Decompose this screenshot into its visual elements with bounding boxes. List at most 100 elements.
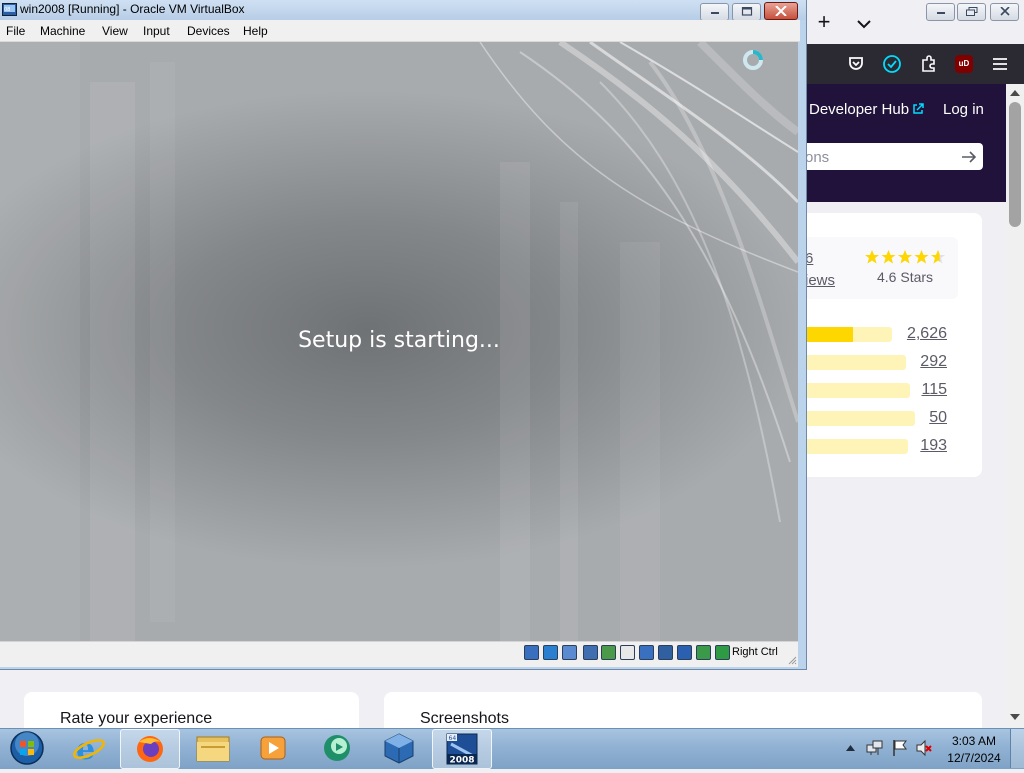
start-orb-icon	[10, 731, 44, 765]
restore-icon	[965, 7, 977, 16]
rating-count-link[interactable]: 2,626	[887, 325, 947, 343]
start-button[interactable]	[7, 729, 47, 767]
ff-minimize-button[interactable]	[926, 3, 955, 21]
hard-disk-icon[interactable]	[524, 645, 539, 660]
vm-badge-label: 2008	[449, 756, 474, 766]
shared-folders-icon[interactable]	[620, 645, 635, 660]
ublock-icon[interactable]: uD	[955, 55, 973, 73]
rating-count-link[interactable]: 50	[887, 409, 947, 427]
external-link-icon	[913, 103, 924, 114]
scroll-down-arrow-icon	[1010, 714, 1020, 720]
optical-drive-icon[interactable]	[543, 645, 558, 660]
media-player-icon	[260, 736, 286, 760]
reviews-link-fragment[interactable]: iews	[805, 272, 835, 289]
network-icon[interactable]	[866, 739, 884, 757]
audio-icon[interactable]	[562, 645, 577, 660]
screenshots-card: Screenshots	[384, 692, 982, 728]
guest-additions-icon[interactable]	[696, 645, 711, 660]
minimize-icon	[936, 12, 945, 14]
screenshots-heading: Screenshots	[420, 710, 509, 727]
minimize-icon	[710, 12, 719, 14]
list-tabs-button[interactable]	[849, 8, 879, 36]
virtualization-icon[interactable]	[677, 645, 692, 660]
check-icon[interactable]	[882, 54, 902, 74]
close-icon	[999, 7, 1010, 16]
show-hidden-icons-icon[interactable]	[846, 744, 855, 752]
scroll-up-arrow-icon	[1010, 90, 1020, 96]
vbox-close-button[interactable]	[764, 2, 798, 20]
developer-hub-link[interactable]: Developer Hub	[809, 101, 909, 118]
firefox-scrollbar[interactable]	[1006, 84, 1024, 728]
display-icon[interactable]	[639, 645, 654, 660]
folder-icon	[196, 736, 230, 762]
star-rating-icon	[865, 250, 945, 264]
clock-date[interactable]: 12/7/2024	[946, 751, 1002, 765]
vbox-minimize-button[interactable]	[700, 3, 729, 21]
star-4	[914, 250, 929, 264]
network-adapter-icon[interactable]	[583, 645, 598, 660]
menu-input[interactable]: Input	[143, 24, 170, 38]
taskbar-media-player[interactable]	[244, 729, 302, 767]
rating-count-link[interactable]: 292	[887, 353, 947, 371]
menu-help[interactable]: Help	[243, 24, 268, 38]
rate-experience-card: Rate your experience	[24, 692, 359, 728]
video-capture-icon[interactable]	[658, 645, 673, 660]
setup-status-text: Setup is starting...	[298, 328, 500, 353]
green-app-icon	[324, 735, 350, 761]
rate-experience-heading: Rate your experience	[60, 710, 213, 727]
menu-file[interactable]: File	[6, 24, 25, 38]
star-5	[931, 250, 945, 264]
taskbar-firefox[interactable]	[120, 729, 180, 769]
taskbar-internet-explorer[interactable]: e	[60, 729, 118, 767]
taskbar-win2008-vm[interactable]: 64 2008	[432, 729, 492, 769]
internet-explorer-icon: e	[73, 732, 105, 767]
taskbar-virtualbox[interactable]	[370, 729, 428, 767]
taskbar-green-app[interactable]	[308, 729, 366, 767]
log-in-link[interactable]: Log in	[943, 101, 984, 118]
vm-guest-screen[interactable]: Setup is starting...	[0, 42, 798, 641]
firefox-icon	[137, 736, 163, 762]
close-icon	[775, 6, 787, 16]
arrow-right-icon[interactable]	[961, 150, 977, 164]
action-center-flag-icon[interactable]	[892, 739, 908, 757]
star-3	[898, 250, 912, 264]
vm-badge-top: 64	[449, 735, 457, 742]
maximize-icon	[741, 7, 752, 16]
usb-icon[interactable]	[601, 645, 616, 660]
rating-count-link[interactable]: 193	[887, 437, 947, 455]
pocket-icon[interactable]	[846, 54, 866, 74]
search-input[interactable]: ons	[805, 143, 983, 170]
menu-view[interactable]: View	[102, 24, 128, 38]
stars-label: 4.6 Stars	[877, 269, 934, 285]
loading-spinner-icon	[743, 50, 763, 70]
ff-restore-button[interactable]	[957, 3, 986, 21]
star-2	[881, 250, 896, 264]
extensions-icon[interactable]	[919, 54, 939, 74]
scrollbar-thumb[interactable]	[1009, 102, 1021, 227]
search-placeholder: ons	[805, 149, 830, 166]
svg-text:08: 08	[4, 7, 10, 13]
volume-muted-icon[interactable]	[915, 739, 933, 757]
chevron-down-icon	[857, 20, 871, 29]
rating-count-link[interactable]: 115	[887, 381, 947, 399]
vbox-window-title: win2008 [Running] - Oracle VM VirtualBox	[20, 2, 245, 16]
rating-summary	[805, 237, 958, 299]
vm-window-icon: 64 2008	[446, 733, 478, 766]
resize-grip-icon[interactable]	[787, 655, 797, 665]
taskbar-windows-explorer[interactable]	[184, 729, 242, 767]
clock-time[interactable]: 3:03 AM	[946, 734, 1002, 748]
show-desktop-button[interactable]	[1010, 729, 1024, 768]
menu-icon[interactable]	[990, 54, 1010, 74]
new-tab-button[interactable]: +	[809, 8, 839, 36]
vbox-maximize-button[interactable]	[732, 3, 761, 21]
menu-devices[interactable]: Devices	[187, 24, 230, 38]
rating-bar-fill	[805, 327, 853, 342]
star-1	[865, 250, 879, 264]
mouse-integration-icon[interactable]	[715, 645, 730, 660]
rating-bar	[805, 327, 892, 342]
host-key-label: Right Ctrl	[732, 646, 778, 658]
ff-close-button[interactable]	[990, 3, 1019, 21]
virtualbox-icon	[384, 733, 414, 764]
menu-machine[interactable]: Machine	[40, 24, 85, 38]
vm-window-icon: 08	[2, 3, 17, 16]
